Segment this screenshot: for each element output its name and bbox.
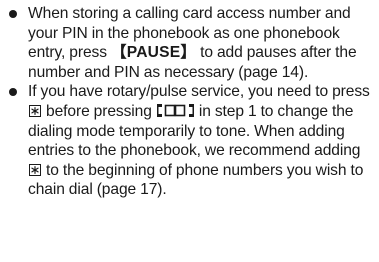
star-key-icon: [29, 163, 41, 176]
bullet-2-text-part4: to the beginning of phone numbers you wi…: [28, 161, 364, 199]
bullet-dot-icon: [9, 10, 17, 18]
bullet-list: When storing a calling card access numbe…: [7, 4, 373, 200]
bullet-2-text-part1: If you have rotary/pulse service, you ne…: [28, 83, 370, 101]
phonebook-key-icon: [156, 102, 195, 122]
bullet-item-rotary: If you have rotary/pulse service, you ne…: [7, 82, 373, 200]
bullet-2-text-part2: before pressing: [42, 102, 156, 120]
bullet-item-pause: When storing a calling card access numbe…: [7, 4, 373, 82]
document-page: When storing a calling card access numbe…: [0, 0, 379, 262]
pause-key-label: 【PAUSE】: [110, 44, 197, 62]
star-key-icon: [29, 104, 41, 117]
bullet-dot-icon: [9, 88, 17, 97]
